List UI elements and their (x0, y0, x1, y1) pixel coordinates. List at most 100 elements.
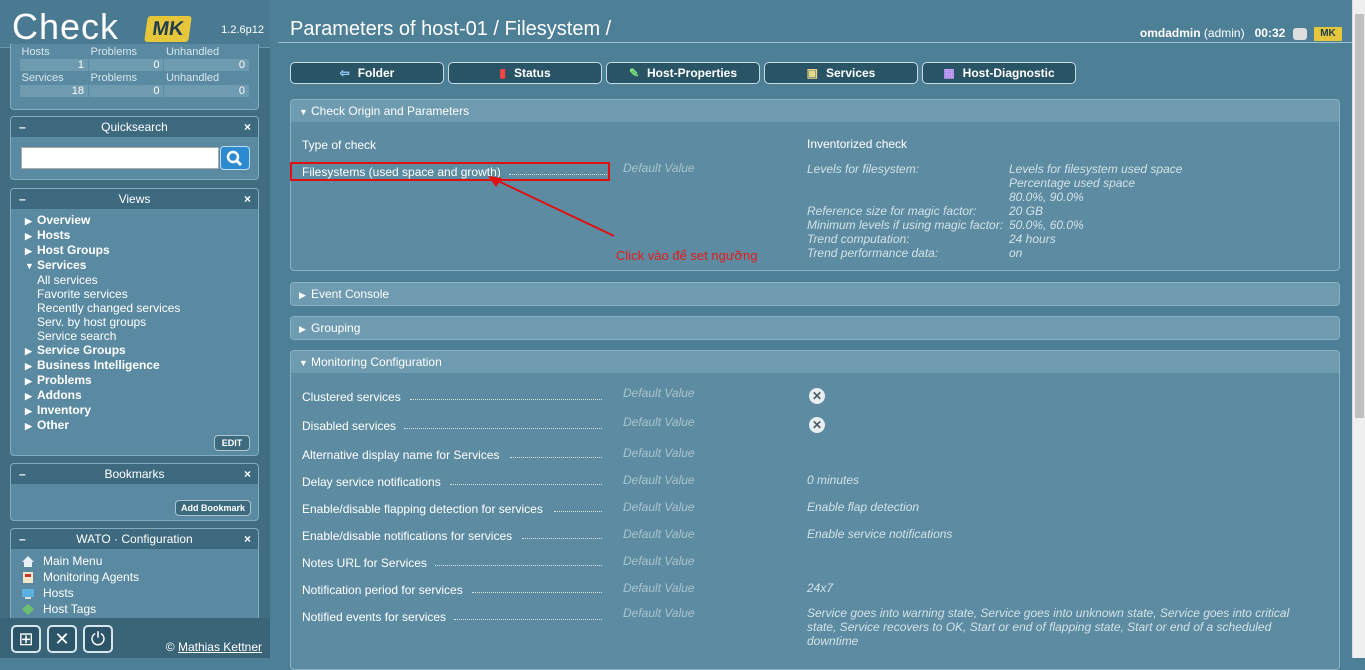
diagnostic-icon: ▦ (943, 66, 955, 80)
views-item-services[interactable]: ▼ Services (25, 258, 244, 273)
views-edit-button[interactable]: EDIT (214, 435, 250, 451)
close-icon[interactable]: × (244, 189, 251, 209)
services-button[interactable]: ▣ Services (764, 62, 918, 84)
triangle-right-icon: ▶ (25, 421, 32, 431)
scrollbar-thumb[interactable] (1355, 14, 1364, 418)
services-count[interactable]: 18 (18, 84, 90, 98)
home-icon (21, 555, 35, 568)
rule-delay-notifications[interactable]: Delay service notifications (302, 475, 602, 489)
views-item-service-groups[interactable]: ▶ Service Groups (25, 343, 244, 358)
section-header-monitoring-config[interactable]: ▼ Monitoring Configuration (291, 351, 1339, 373)
wato-item-host-tags[interactable]: Host Tags (21, 601, 248, 617)
triangle-right-icon: ▶ (25, 376, 32, 386)
hosts-count[interactable]: 1 (18, 58, 90, 72)
copyright[interactable]: © Mathias Kettner (166, 640, 262, 654)
minimize-icon[interactable]: – (19, 117, 26, 137)
agent-icon (21, 571, 35, 584)
logo[interactable]: Check MK 1.2.6p12 (0, 0, 270, 48)
views-sub-service-search[interactable]: Service search (25, 329, 244, 343)
triangle-right-icon: ▶ (25, 361, 32, 371)
unhandled-label: Unhandled (165, 72, 220, 84)
triangle-right-icon: ▶ (25, 406, 32, 416)
rule-notes-url[interactable]: Notes URL for Services (302, 556, 602, 570)
author-link[interactable]: Mathias Kettner (178, 640, 262, 654)
section-header-grouping[interactable]: ▶ Grouping (291, 317, 1339, 339)
close-icon[interactable]: × (244, 464, 251, 484)
rule-notification-period[interactable]: Notification period for services (302, 583, 602, 597)
views-item-overview[interactable]: ▶ Overview (25, 213, 244, 228)
type-of-check-value: Inventorized check (807, 137, 908, 151)
views-header[interactable]: – Views × (11, 189, 258, 209)
wato-item-monitoring-agents[interactable]: Monitoring Agents (21, 569, 248, 585)
host-diagnostic-button[interactable]: ▦ Host-Diagnostic (922, 62, 1076, 84)
views-item-business-intelligence[interactable]: ▶ Business Intelligence (25, 358, 244, 373)
wato-item-main-menu[interactable]: Main Menu (21, 553, 248, 569)
triangle-right-icon: ▶ (25, 346, 32, 356)
username[interactable]: omdadmin (1140, 26, 1201, 40)
minimize-icon[interactable]: – (19, 189, 26, 209)
close-icon[interactable]: × (244, 529, 251, 549)
tactical-overview: Hosts Problems Unhandled 1 0 0 Services … (10, 44, 259, 110)
minimize-icon[interactable]: – (19, 464, 26, 484)
logout-button[interactable]: ⏻ (83, 625, 113, 653)
problems-label: Problems (90, 46, 137, 58)
mk-logo-small: MK (1314, 26, 1342, 41)
views-item-inventory[interactable]: ▶ Inventory (25, 403, 244, 418)
views-item-problems[interactable]: ▶ Problems (25, 373, 244, 388)
clock: 00:32 (1254, 26, 1286, 40)
dotted-leader (554, 502, 602, 512)
default-value: Default Value (623, 415, 695, 429)
folder-button[interactable]: ⇦ Folder (290, 62, 444, 84)
views-sub-favorite-services[interactable]: Favorite services (25, 287, 244, 301)
section-check-origin: ▼ Check Origin and Parameters Type of che… (290, 99, 1340, 271)
disabled-x-icon: ✕ (809, 388, 825, 404)
section-header-check-origin[interactable]: ▼ Check Origin and Parameters (291, 100, 1339, 122)
views-sub-serv-by-host-groups[interactable]: Serv. by host groups (25, 315, 244, 329)
triangle-right-icon: ▶ (299, 324, 306, 334)
host-properties-button[interactable]: ✎ Host-Properties (606, 62, 760, 84)
triangle-right-icon: ▶ (299, 290, 306, 300)
triangle-right-icon: ▶ (25, 391, 32, 401)
settings-button[interactable]: ✕ (47, 625, 77, 653)
minimize-icon[interactable]: – (19, 529, 26, 549)
wato-header[interactable]: – WATO · Configuration × (11, 529, 258, 549)
services-label: Services (21, 72, 64, 84)
main-content: Parameters of host-01 / Filesystem / omd… (270, 0, 1353, 670)
default-value: Default Value (623, 500, 695, 514)
bookmarks-header[interactable]: – Bookmarks × (11, 464, 258, 484)
rule-clustered-services[interactable]: Clustered services (302, 390, 602, 404)
views-sub-recently-changed[interactable]: Recently changed services (25, 301, 244, 315)
hosts-unhandled[interactable]: 0 (163, 58, 250, 72)
services-unhandled[interactable]: 0 (163, 84, 250, 98)
close-icon[interactable]: × (244, 117, 251, 137)
views-item-host-groups[interactable]: ▶ Host Groups (25, 243, 244, 258)
status-button[interactable]: ▮ Status (448, 62, 602, 84)
rule-disabled-services[interactable]: Disabled services (302, 419, 602, 433)
search-button[interactable] (220, 146, 250, 170)
default-value: Default Value (623, 554, 695, 568)
services-problems[interactable]: 0 (88, 84, 165, 98)
quicksearch-input[interactable] (21, 147, 219, 169)
add-snapin-button[interactable]: ⊞ (11, 625, 41, 653)
quicksearch-header[interactable]: – Quicksearch × (11, 117, 258, 137)
hosts-problems[interactable]: 0 (88, 58, 165, 72)
add-snapin-icon: ⊞ (18, 629, 34, 649)
rule-notifications[interactable]: Enable/disable notifications for service… (302, 529, 602, 543)
views-sub-all-services[interactable]: All services (25, 273, 244, 287)
wato-item-hosts[interactable]: Hosts (21, 585, 248, 601)
db-icon (1292, 27, 1307, 40)
logout-icon: ⏻ (90, 629, 106, 649)
views-item-addons[interactable]: ▶ Addons (25, 388, 244, 403)
bookmarks-title: Bookmarks (104, 467, 165, 481)
rule-notified-events[interactable]: Notified events for services (302, 610, 602, 624)
dotted-leader (450, 475, 602, 485)
section-header-event-console[interactable]: ▶ Event Console (291, 283, 1339, 305)
page-scrollbar[interactable] (1352, 0, 1365, 658)
rule-flapping-detection[interactable]: Enable/disable flapping detection for se… (302, 502, 602, 516)
dotted-leader (510, 448, 602, 458)
rule-alt-display-name[interactable]: Alternative display name for Services (302, 448, 602, 462)
views-item-hosts[interactable]: ▶ Hosts (25, 228, 244, 243)
add-bookmark-button[interactable]: Add Bookmark (175, 500, 251, 516)
triangle-down-icon: ▼ (299, 107, 308, 117)
views-item-other[interactable]: ▶ Other (25, 418, 244, 433)
